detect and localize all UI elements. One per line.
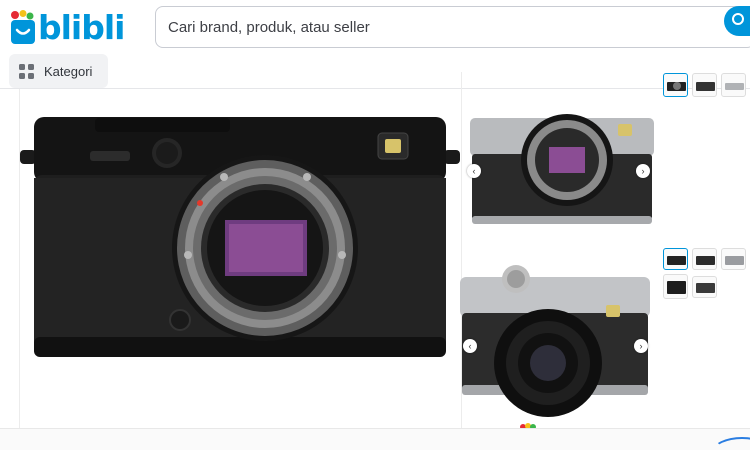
next-image-button-2[interactable]: ›: [634, 339, 648, 353]
thumbnail-3[interactable]: [721, 73, 746, 97]
thumbnail-2[interactable]: [692, 73, 717, 97]
main-product-image[interactable]: [20, 105, 462, 365]
search-icon: [732, 13, 744, 25]
search-bar[interactable]: [155, 6, 750, 48]
blibli-bag-logo-icon: [10, 10, 36, 44]
chevron-right-icon: ›: [639, 341, 643, 351]
chevron-left-icon: ‹: [468, 341, 472, 351]
logo-wordmark: blibli: [38, 7, 125, 47]
prev-image-button[interactable]: ‹: [467, 164, 481, 178]
prev-image-button-2[interactable]: ‹: [463, 339, 477, 353]
next-image-button[interactable]: ›: [636, 164, 650, 178]
search-input[interactable]: [168, 18, 708, 36]
bottom-bar: [0, 429, 750, 450]
thumbnail-8[interactable]: [692, 276, 717, 298]
chevron-right-icon: ›: [641, 166, 645, 176]
thumbnail-6[interactable]: [721, 248, 746, 270]
thumbnail-4[interactable]: [663, 248, 688, 270]
secondary-product-image-silver-angled[interactable]: [456, 265, 656, 425]
thumbnail-7[interactable]: [663, 274, 688, 299]
blibli-logo[interactable]: blibli: [10, 6, 125, 48]
kategori-label: Kategori: [44, 63, 93, 79]
kategori-button[interactable]: Kategori: [9, 54, 108, 88]
header-divider: [0, 88, 750, 89]
chevron-left-icon: ‹: [472, 166, 476, 176]
search-button[interactable]: [724, 6, 750, 36]
thumbnail-1[interactable]: [663, 73, 688, 97]
grid-icon: [19, 63, 34, 79]
thumbnail-5[interactable]: [692, 248, 717, 270]
secondary-product-image-silver-front[interactable]: [462, 110, 660, 230]
page: blibli Kategori: [0, 0, 750, 450]
